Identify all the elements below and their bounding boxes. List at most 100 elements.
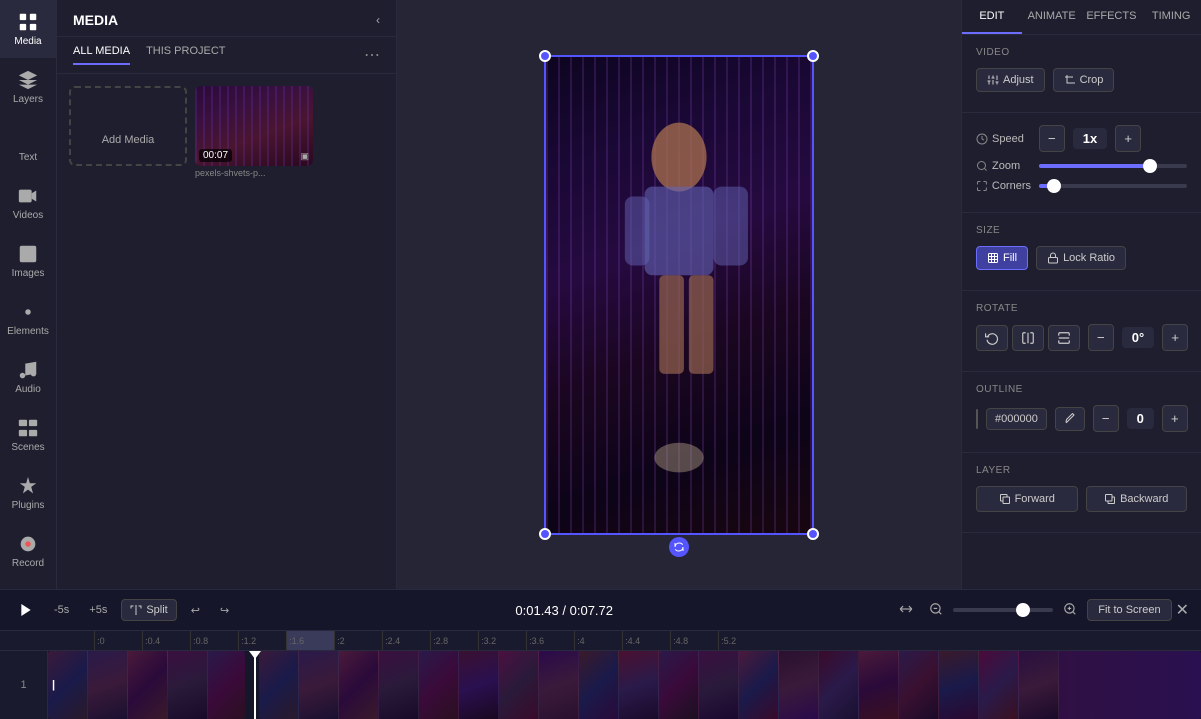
sidebar-item-audio[interactable]: Audio bbox=[0, 348, 57, 406]
clip-name: pexels-shvets-p... bbox=[195, 166, 313, 180]
playhead[interactable] bbox=[254, 651, 256, 719]
zoom-controls: Fit to Screen ✕ bbox=[893, 599, 1189, 621]
layer-section: LAYER Forward Backward bbox=[962, 453, 1201, 533]
speed-increase-button[interactable]: + bbox=[1115, 125, 1141, 152]
adjust-button[interactable]: Adjust bbox=[976, 68, 1045, 92]
plus5-button[interactable]: +5s bbox=[83, 602, 113, 618]
ruler-mark-playhead: :1.6 bbox=[286, 631, 334, 650]
media-clip-thumbnail[interactable]: 00:07 ▣ bbox=[195, 86, 313, 166]
tab-edit[interactable]: EDIT bbox=[962, 0, 1022, 34]
tab-effects[interactable]: EFFECTS bbox=[1082, 0, 1142, 34]
fit-to-screen-button[interactable]: Fit to Screen bbox=[1087, 599, 1171, 621]
corners-slider[interactable] bbox=[1039, 184, 1187, 188]
crop-button[interactable]: Crop bbox=[1053, 68, 1115, 92]
media-panel-title: MEDIA bbox=[73, 12, 118, 28]
forward-button[interactable]: Forward bbox=[976, 486, 1078, 512]
clip-cursor: | bbox=[52, 679, 55, 691]
ruler-marks: :0 :0.4 :0.8 :1.2 :1.6 :2 :2.4 :2.8 :3.2… bbox=[46, 631, 1201, 650]
tab-animate[interactable]: ANIMATE bbox=[1022, 0, 1082, 34]
rotate-ccw-button[interactable] bbox=[976, 325, 1008, 351]
canvas-rotate-handle[interactable] bbox=[669, 537, 689, 557]
undo-button[interactable]: ↩ bbox=[185, 602, 206, 619]
sidebar-item-plugins[interactable]: Plugins bbox=[0, 464, 57, 522]
outline-color-picker[interactable] bbox=[976, 409, 978, 429]
current-time: 0:01.43 bbox=[515, 603, 558, 618]
timeline-tracks: 1 | bbox=[0, 651, 1201, 719]
track-clip-2[interactable] bbox=[259, 651, 1201, 719]
corners-row: Corners bbox=[976, 180, 1187, 192]
sidebar-item-media[interactable]: Media bbox=[0, 0, 57, 58]
tab-this-project[interactable]: THIS PROJECT bbox=[146, 45, 225, 65]
outline-eyedropper-button[interactable] bbox=[1055, 407, 1085, 431]
clip-frames-1 bbox=[48, 651, 245, 719]
flip-h-button[interactable] bbox=[1012, 325, 1044, 351]
ruler-mark-9: :4 bbox=[574, 631, 622, 650]
right-panel-tabs: EDIT ANIMATE EFFECTS TIMING bbox=[962, 0, 1201, 35]
rotate-value-decrease[interactable]: − bbox=[1088, 324, 1114, 351]
canvas-handle-bottom-left[interactable] bbox=[539, 528, 551, 540]
zoom-timeline-slider[interactable] bbox=[953, 608, 1053, 612]
speed-section: Speed − 1x + Zoom bbox=[962, 113, 1201, 213]
minus5-button[interactable]: -5s bbox=[48, 602, 75, 618]
sidebar-item-elements[interactable]: Elements bbox=[0, 290, 57, 348]
lock-ratio-button[interactable]: Lock Ratio bbox=[1036, 246, 1126, 270]
size-section-title: SIZE bbox=[976, 225, 1187, 236]
canvas-handle-top-right[interactable] bbox=[807, 50, 819, 62]
size-buttons-row: Fill Lock Ratio bbox=[976, 246, 1187, 270]
ruler-mark-1: :0.4 bbox=[142, 631, 190, 650]
redo-button[interactable]: ↪ bbox=[214, 602, 235, 619]
zoom-fit-icons[interactable] bbox=[893, 602, 919, 619]
sidebar-item-scenes[interactable]: Scenes bbox=[0, 406, 57, 464]
size-section: SIZE Fill Lock Ratio bbox=[962, 213, 1201, 291]
media-more-button[interactable]: ⋯ bbox=[364, 45, 380, 65]
layer-section-title: LAYER bbox=[976, 465, 1187, 476]
zoom-slider-thumb[interactable] bbox=[1143, 159, 1157, 173]
track-clip-1[interactable]: | bbox=[48, 651, 245, 719]
sidebar-item-videos[interactable]: Videos bbox=[0, 174, 57, 232]
ruler-mark-5: :2.4 bbox=[382, 631, 430, 650]
backward-button[interactable]: Backward bbox=[1086, 486, 1188, 512]
sidebar-item-images[interactable]: Images bbox=[0, 232, 57, 290]
ruler-mark-12: :5.2 bbox=[718, 631, 766, 650]
clip-type-icon: ▣ bbox=[300, 151, 309, 162]
flip-v-button[interactable] bbox=[1048, 325, 1080, 351]
timeline-ruler: :0 :0.4 :0.8 :1.2 :1.6 :2 :2.4 :2.8 :3.2… bbox=[0, 631, 1201, 651]
fill-button[interactable]: Fill bbox=[976, 246, 1028, 270]
media-tabs: ALL MEDIA THIS PROJECT ⋯ bbox=[57, 37, 396, 74]
outline-width-increase[interactable]: + bbox=[1162, 405, 1188, 432]
close-timeline-button[interactable]: ✕ bbox=[1176, 600, 1189, 620]
video-section: VIDEO Adjust Crop bbox=[962, 35, 1201, 113]
add-media-button[interactable]: Add Media bbox=[69, 86, 187, 166]
rotate-section: ROTATE − 0° + bbox=[962, 291, 1201, 372]
canvas-frame[interactable] bbox=[544, 55, 814, 535]
play-button[interactable] bbox=[12, 596, 40, 624]
outline-hex-value[interactable]: #000000 bbox=[986, 408, 1047, 430]
clip-duration: 00:07 bbox=[199, 149, 232, 162]
zoom-timeline-thumb[interactable] bbox=[1016, 603, 1030, 617]
media-panel-header: MEDIA ‹ bbox=[57, 0, 396, 37]
outline-row: #000000 − 0 + bbox=[976, 405, 1187, 432]
canvas-handle-top-left[interactable] bbox=[539, 50, 551, 62]
sidebar-item-text[interactable]: Text bbox=[0, 116, 57, 174]
tab-all-media[interactable]: ALL MEDIA bbox=[73, 45, 130, 65]
corners-slider-thumb[interactable] bbox=[1047, 179, 1061, 193]
rotate-value-increase[interactable]: + bbox=[1162, 324, 1188, 351]
zoom-slider[interactable] bbox=[1039, 164, 1187, 168]
tab-timing[interactable]: TIMING bbox=[1141, 0, 1201, 34]
track-content[interactable]: | bbox=[48, 651, 1201, 719]
speed-decrease-button[interactable]: − bbox=[1039, 125, 1065, 152]
media-panel-collapse-button[interactable]: ‹ bbox=[376, 13, 380, 27]
canvas-handle-bottom-right[interactable] bbox=[807, 528, 819, 540]
zoom-in-button[interactable] bbox=[1057, 600, 1083, 621]
zoom-out-button[interactable] bbox=[923, 600, 949, 621]
outline-section-title: OUTLINE bbox=[976, 384, 1187, 395]
sidebar-item-record[interactable]: Record bbox=[0, 522, 57, 580]
video-section-title: VIDEO bbox=[976, 47, 1187, 58]
ruler-mark-8: :3.6 bbox=[526, 631, 574, 650]
person-figure bbox=[546, 57, 812, 533]
track-label-1: 1 bbox=[0, 651, 48, 719]
outline-width-decrease[interactable]: − bbox=[1093, 405, 1119, 432]
ruler-mark-11: :4.8 bbox=[670, 631, 718, 650]
sidebar-item-layers[interactable]: Layers bbox=[0, 58, 57, 116]
split-button[interactable]: Split bbox=[121, 599, 176, 621]
